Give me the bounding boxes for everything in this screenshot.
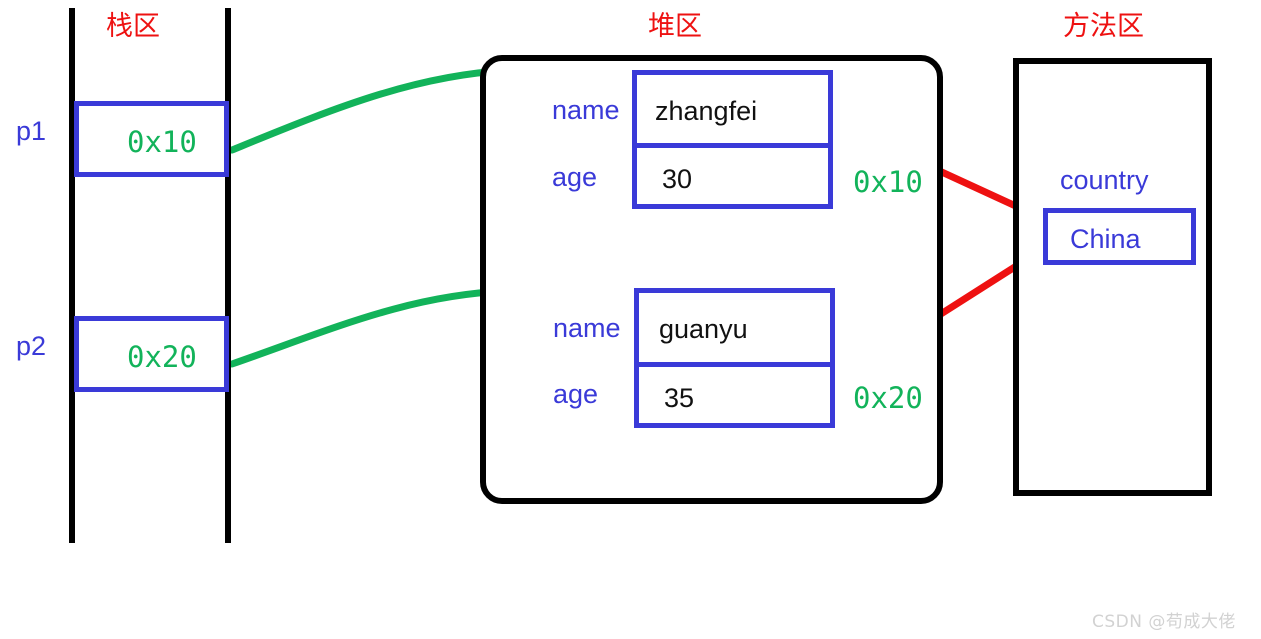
method-area-container xyxy=(1013,58,1212,496)
object1-field-label-age: age xyxy=(552,162,598,192)
object1-field-divider xyxy=(637,143,828,148)
object2-field-value-name: guanyu xyxy=(659,314,748,344)
stack-slot-p1: 0x10 xyxy=(74,101,229,177)
stack-region-title: 栈区 xyxy=(106,11,160,42)
method-field-value-china: China xyxy=(1070,224,1141,254)
object2-field-divider xyxy=(639,362,830,367)
stack-var-label-p2: p2 xyxy=(16,331,47,361)
heap-object-2: guanyu 35 xyxy=(634,288,835,428)
object2-field-label-age: age xyxy=(553,379,599,409)
stack-right-rail xyxy=(225,8,231,543)
heap-region-title: 堆区 xyxy=(648,11,702,42)
stack-var-label-p1: p1 xyxy=(16,116,47,146)
object2-field-value-age: 35 xyxy=(664,383,695,413)
stack-slot-p2: 0x20 xyxy=(74,316,229,392)
object1-address-label: 0x10 xyxy=(853,165,923,199)
memory-model-diagram: 栈区 堆区 方法区 p1 0x10 p2 0x20 name age zhang… xyxy=(0,0,1261,639)
object2-address-label: 0x20 xyxy=(853,381,923,415)
heap-object-1: zhangfei 30 xyxy=(632,70,833,209)
stack-slot-p2-value: 0x20 xyxy=(127,340,197,374)
object1-field-value-age: 30 xyxy=(662,164,693,194)
stack-slot-p1-value: 0x10 xyxy=(127,125,197,159)
object1-field-label-name: name xyxy=(552,95,620,125)
method-region-title: 方法区 xyxy=(1063,11,1144,42)
method-field-label-country: country xyxy=(1060,165,1149,195)
stack-left-rail xyxy=(69,8,75,543)
object1-field-value-name: zhangfei xyxy=(655,96,758,126)
object2-field-label-name: name xyxy=(553,313,621,343)
method-field-box-china: China xyxy=(1043,208,1196,265)
watermark-text: CSDN @苟成大佬 xyxy=(1092,612,1236,632)
